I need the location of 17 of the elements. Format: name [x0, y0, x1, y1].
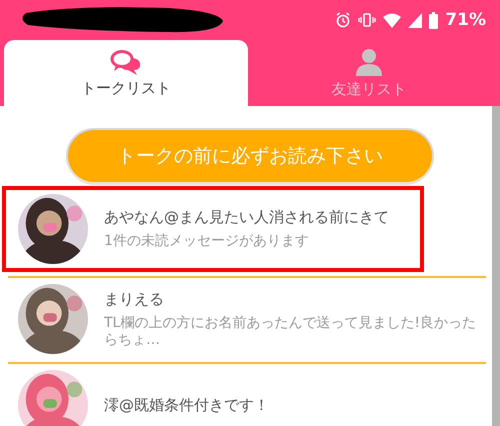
- contact-name: まりえる: [104, 290, 165, 309]
- contact-name: あやなん@まん見たい人消される前にきて: [104, 208, 389, 228]
- message-preview: TL欄の上の方にお名前あったんで送って見ました!良かったらちょ…: [104, 314, 476, 348]
- signal-icon: [408, 12, 422, 28]
- contact-name: 澪@既婚条件付きです！: [104, 396, 269, 414]
- wifi-icon: [383, 12, 402, 28]
- alarm-icon: [335, 12, 352, 28]
- message-preview: 1件の未読メッセージがあります: [104, 233, 310, 250]
- talk-row[interactable]: まりえる TL欄の上の方にお名前あったんで送って見ました!良かったらちょ…: [8, 280, 486, 358]
- tab[interactable]: トークリスト: [4, 40, 248, 106]
- chat-bubbles-icon: [110, 48, 142, 74]
- battery-icon: [429, 12, 438, 28]
- talk-row[interactable]: 澪@既婚条件付きです！: [8, 366, 486, 426]
- person-icon: [355, 48, 383, 76]
- battery-percentage: 71%: [445, 10, 486, 30]
- talk-row[interactable]: あやなん@まん見たい人消される前にきて 1件の未読メッセージがあります: [2, 186, 424, 272]
- vibrate-icon: [358, 12, 376, 28]
